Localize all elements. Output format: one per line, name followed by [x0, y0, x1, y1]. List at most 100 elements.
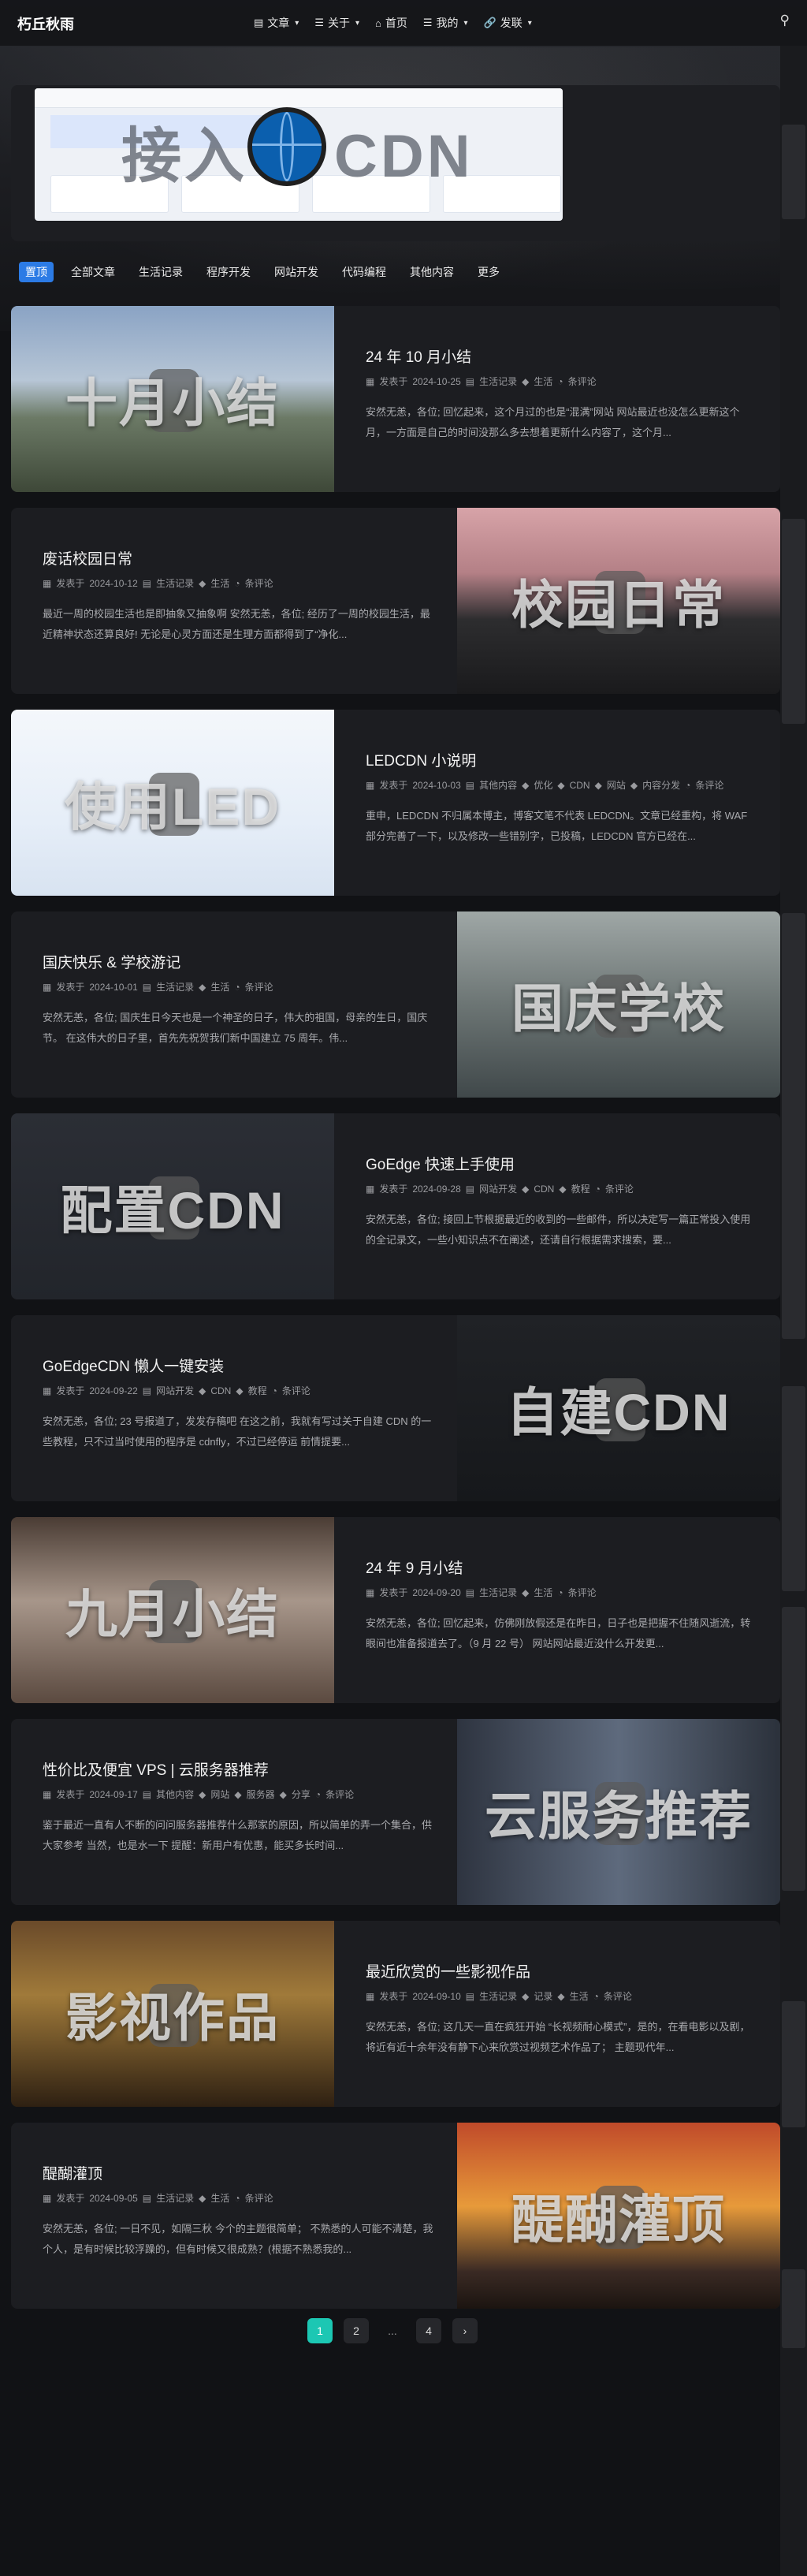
post-title[interactable]: 最近欣赏的一些影视作品	[366, 1960, 530, 1981]
meta-prefix: 发表于	[379, 376, 408, 387]
post-title[interactable]: 醍醐灌顶	[43, 2162, 102, 2183]
post-tag[interactable]: 生活	[210, 2193, 229, 2204]
site-logo[interactable]: 朽丘秋雨	[17, 13, 74, 34]
comment-count[interactable]: 条评论	[605, 1184, 634, 1195]
tab-7[interactable]: 更多	[471, 262, 506, 282]
post-category[interactable]: 生活记录	[156, 578, 194, 589]
thumbnail-title: 十月小结	[65, 374, 280, 432]
post-thumbnail[interactable]: 醍醐灌顶	[457, 2123, 780, 2309]
post-title[interactable]: 性价比及便宜 VPS | 云服务器推荐	[43, 1758, 269, 1780]
comment-count[interactable]: 条评论	[695, 780, 723, 791]
page-button-1[interactable]: 1	[307, 2318, 333, 2343]
comment-count[interactable]: 条评论	[282, 1385, 311, 1396]
post-tag[interactable]: 服务器	[247, 1789, 275, 1800]
post-category[interactable]: 其他内容	[479, 780, 517, 791]
page-button-4[interactable]: 4	[416, 2318, 441, 2343]
post-tag[interactable]: 生活	[534, 1587, 552, 1598]
post-tag[interactable]: 生活	[210, 578, 229, 589]
post-card[interactable]: 国庆学校 国庆快乐 & 学校游记 ▦ 发表于 2024-10-01 ▤ 生活记录 ◆ 生活 ◔ 条评…	[11, 911, 780, 1098]
post-card[interactable]: 配置CDN GoEdge 快速上手使用 ▦ 发表于 2024-09-28 ▤ 网站开发 ◆ CD…	[11, 1113, 780, 1299]
post-title[interactable]: 24 年 10 月小结	[366, 345, 471, 367]
post-tag[interactable]: CDN	[210, 1385, 231, 1396]
post-title[interactable]: 国庆快乐 & 学校游记	[43, 951, 180, 972]
post-card[interactable]: 九月小结 24 年 9 月小结 ▦ 发表于 2024-09-20 ▤ 生活记录 ◆ 生活 ◔ 条评论…	[11, 1517, 780, 1703]
comment-count[interactable]: 条评论	[245, 982, 273, 993]
post-thumbnail[interactable]: 校园日常	[457, 508, 780, 694]
comment-count[interactable]: 条评论	[568, 376, 597, 387]
post-card[interactable]: 校园日常 废话校园日常 ▦ 发表于 2024-10-12 ▤ 生活记录 ◆ 生活 ◔ 条评论 最近一周…	[11, 508, 780, 694]
nav-item-3[interactable]: ☰ 我的 ▾	[423, 15, 468, 31]
post-category[interactable]: 网站开发	[156, 1385, 194, 1396]
post-title[interactable]: 24 年 9 月小结	[366, 1556, 463, 1578]
post-category[interactable]: 生活记录	[156, 2193, 194, 2204]
tab-0[interactable]: 置顶	[19, 262, 54, 282]
post-tag[interactable]: 生活	[534, 376, 552, 387]
post-thumbnail[interactable]: 自建CDN	[457, 1315, 780, 1501]
post-category[interactable]: 生活记录	[479, 1991, 517, 2002]
tag-icon: ◆	[557, 780, 565, 791]
post-tag[interactable]: 网站	[210, 1789, 229, 1800]
post-tag[interactable]: 教程	[248, 1385, 267, 1396]
post-card[interactable]: 自建CDN GoEdgeCDN 懒人一键安装 ▦ 发表于 2024-09-22 ▤ 网站开发…	[11, 1315, 780, 1501]
post-thumbnail[interactable]: 九月小结	[11, 1517, 334, 1703]
tab-3[interactable]: 程序开发	[200, 262, 257, 282]
post-card[interactable]: 醍醐灌顶 醍醐灌顶 ▦ 发表于 2024-09-05 ▤ 生活记录 ◆ 生活 ◔ 条评论 安然无恙，各…	[11, 2123, 780, 2309]
nav-item-1[interactable]: ☰ 关于 ▾	[314, 15, 359, 31]
nav-item-2[interactable]: ⌂ 首页	[375, 15, 407, 31]
post-card[interactable]: 十月小结 24 年 10 月小结 ▦ 发表于 2024-10-25 ▤ 生活记录 ◆ 生活 ◔ 条评…	[11, 306, 780, 492]
comment-count[interactable]: 条评论	[245, 578, 273, 589]
post-tag[interactable]: CDN	[534, 1184, 554, 1195]
tab-2[interactable]: 生活记录	[132, 262, 189, 282]
nav-item-0[interactable]: ▤ 文章 ▾	[254, 15, 299, 31]
post-tag[interactable]: 生活	[210, 982, 229, 993]
pagination: 1 2... 4 ›	[307, 2318, 478, 2343]
search-icon[interactable]: ⚲	[780, 13, 790, 28]
post-category[interactable]: 生活记录	[479, 376, 517, 387]
comment-count[interactable]: 条评论	[245, 2193, 273, 2204]
tag-icon: ◆	[199, 578, 206, 589]
post-title[interactable]: GoEdgeCDN 懒人一键安装	[43, 1355, 224, 1376]
page-button-2[interactable]: 2	[344, 2318, 369, 2343]
tab-5[interactable]: 代码编程	[336, 262, 392, 282]
comment-icon: ◔	[271, 1385, 277, 1396]
post-card[interactable]: 使用LED LEDCDN 小说明 ▦ 发表于 2024-10-03 ▤ 其他内容 ◆ 优化 ◆ CD…	[11, 710, 780, 896]
post-title[interactable]: GoEdge 快速上手使用	[366, 1153, 515, 1174]
post-tag[interactable]: 生活	[570, 1991, 589, 2002]
post-date: 2024-09-17	[89, 1789, 138, 1800]
tab-6[interactable]: 其他内容	[404, 262, 460, 282]
post-tag[interactable]: 网站	[607, 780, 626, 791]
comment-count[interactable]: 条评论	[604, 1991, 632, 2002]
post-card[interactable]: 影视作品 最近欣赏的一些影视作品 ▦ 发表于 2024-09-10 ▤ 生活记录 ◆ 记录 ◆ 生活…	[11, 1921, 780, 2107]
post-tag[interactable]: 记录	[534, 1991, 552, 2002]
post-thumbnail[interactable]: 配置CDN	[11, 1113, 334, 1299]
post-tag[interactable]: 教程	[571, 1184, 590, 1195]
post-category[interactable]: 生活记录	[479, 1587, 517, 1598]
next-page-button[interactable]: ›	[452, 2318, 478, 2343]
tab-1[interactable]: 全部文章	[65, 262, 121, 282]
post-body: 国庆快乐 & 学校游记 ▦ 发表于 2024-10-01 ▤ 生活记录 ◆ 生活 ◔ 条评论 安然无…	[43, 911, 460, 1098]
post-title[interactable]: 废话校园日常	[43, 547, 132, 569]
list-icon: ☰	[314, 17, 324, 28]
post-tag[interactable]: 内容分发	[642, 780, 680, 791]
post-category[interactable]: 其他内容	[156, 1789, 194, 1800]
post-thumbnail[interactable]: 影视作品	[11, 1921, 334, 2107]
comment-count[interactable]: 条评论	[568, 1587, 597, 1598]
post-meta: ▦ 发表于 2024-10-25 ▤ 生活记录 ◆ 生活 ◔ 条评论	[366, 374, 775, 390]
calendar-icon: ▦	[43, 982, 52, 993]
tab-4[interactable]: 网站开发	[268, 262, 325, 282]
comment-icon: ◔	[234, 2193, 240, 2204]
post-thumbnail[interactable]: 使用LED	[11, 710, 334, 896]
post-tag[interactable]: CDN	[570, 780, 590, 791]
post-thumbnail[interactable]: 云服务推荐	[457, 1719, 780, 1905]
post-category[interactable]: 生活记录	[156, 982, 194, 993]
post-title[interactable]: LEDCDN 小说明	[366, 749, 476, 770]
post-category[interactable]: 网站开发	[479, 1184, 517, 1195]
comment-count[interactable]: 条评论	[325, 1789, 354, 1800]
featured-banner[interactable]: 接入 CDN	[11, 85, 780, 241]
nav-item-4[interactable]: 🔗 发联 ▾	[484, 15, 532, 31]
post-thumbnail[interactable]: 十月小结	[11, 306, 334, 492]
post-card[interactable]: 云服务推荐 性价比及便宜 VPS | 云服务器推荐 ▦ 发表于 2024-09-17 ▤ 其…	[11, 1719, 780, 1905]
post-tag[interactable]: 优化	[534, 780, 552, 791]
post-thumbnail[interactable]: 国庆学校	[457, 911, 780, 1098]
post-tag[interactable]: 分享	[292, 1789, 311, 1800]
